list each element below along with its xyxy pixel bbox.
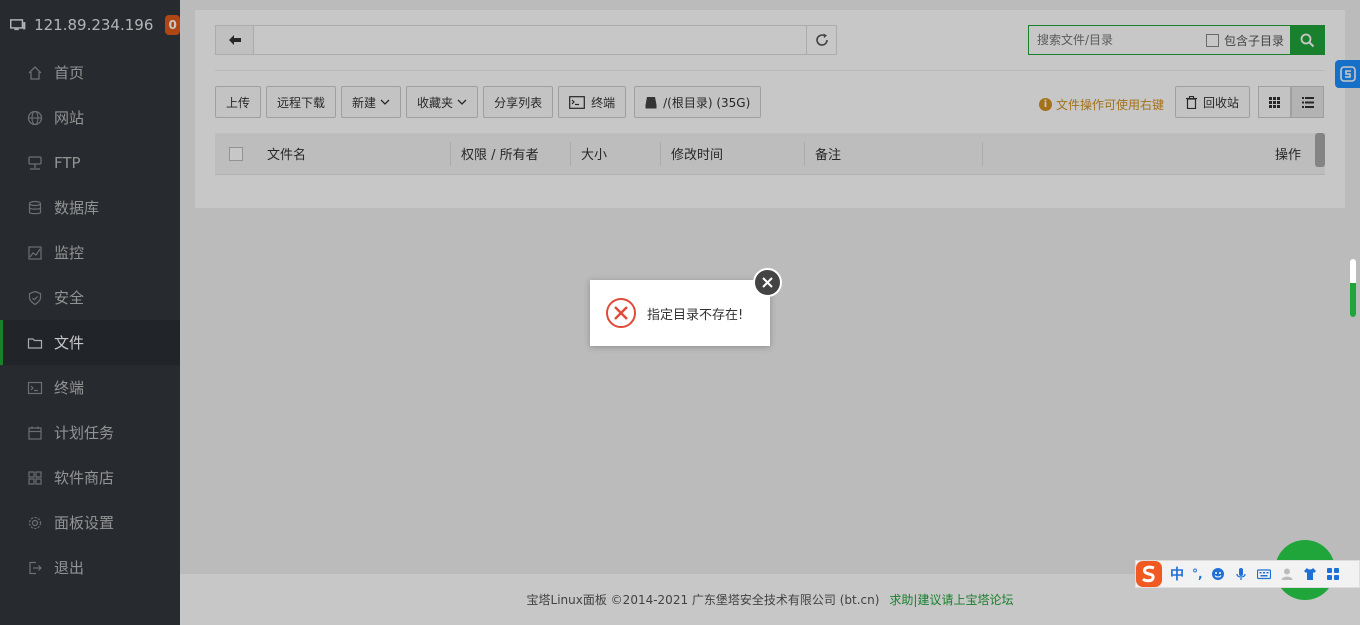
- ime-toolbar: 中 °,: [1135, 560, 1360, 588]
- ime-punct-label[interactable]: °,: [1192, 567, 1203, 581]
- error-icon: [606, 298, 636, 328]
- error-message-dialog: 指定目录不存在!: [590, 280, 770, 346]
- dialog-close-button[interactable]: [753, 268, 782, 297]
- user-icon[interactable]: [1280, 567, 1294, 581]
- sogou-logo-icon[interactable]: [1134, 559, 1164, 589]
- close-icon: [762, 277, 773, 288]
- skin-shirt-icon[interactable]: [1303, 567, 1317, 581]
- scroll-thumb[interactable]: [1350, 283, 1356, 317]
- emoji-icon[interactable]: [1211, 567, 1225, 581]
- microphone-icon[interactable]: [1234, 567, 1248, 581]
- error-message-text: 指定目录不存在!: [647, 307, 744, 323]
- keyboard-icon[interactable]: [1256, 567, 1271, 581]
- toolbox-grid-icon[interactable]: [1326, 567, 1340, 581]
- ime-mode-label[interactable]: 中: [1170, 564, 1184, 584]
- page-scrollbar[interactable]: [1349, 258, 1357, 318]
